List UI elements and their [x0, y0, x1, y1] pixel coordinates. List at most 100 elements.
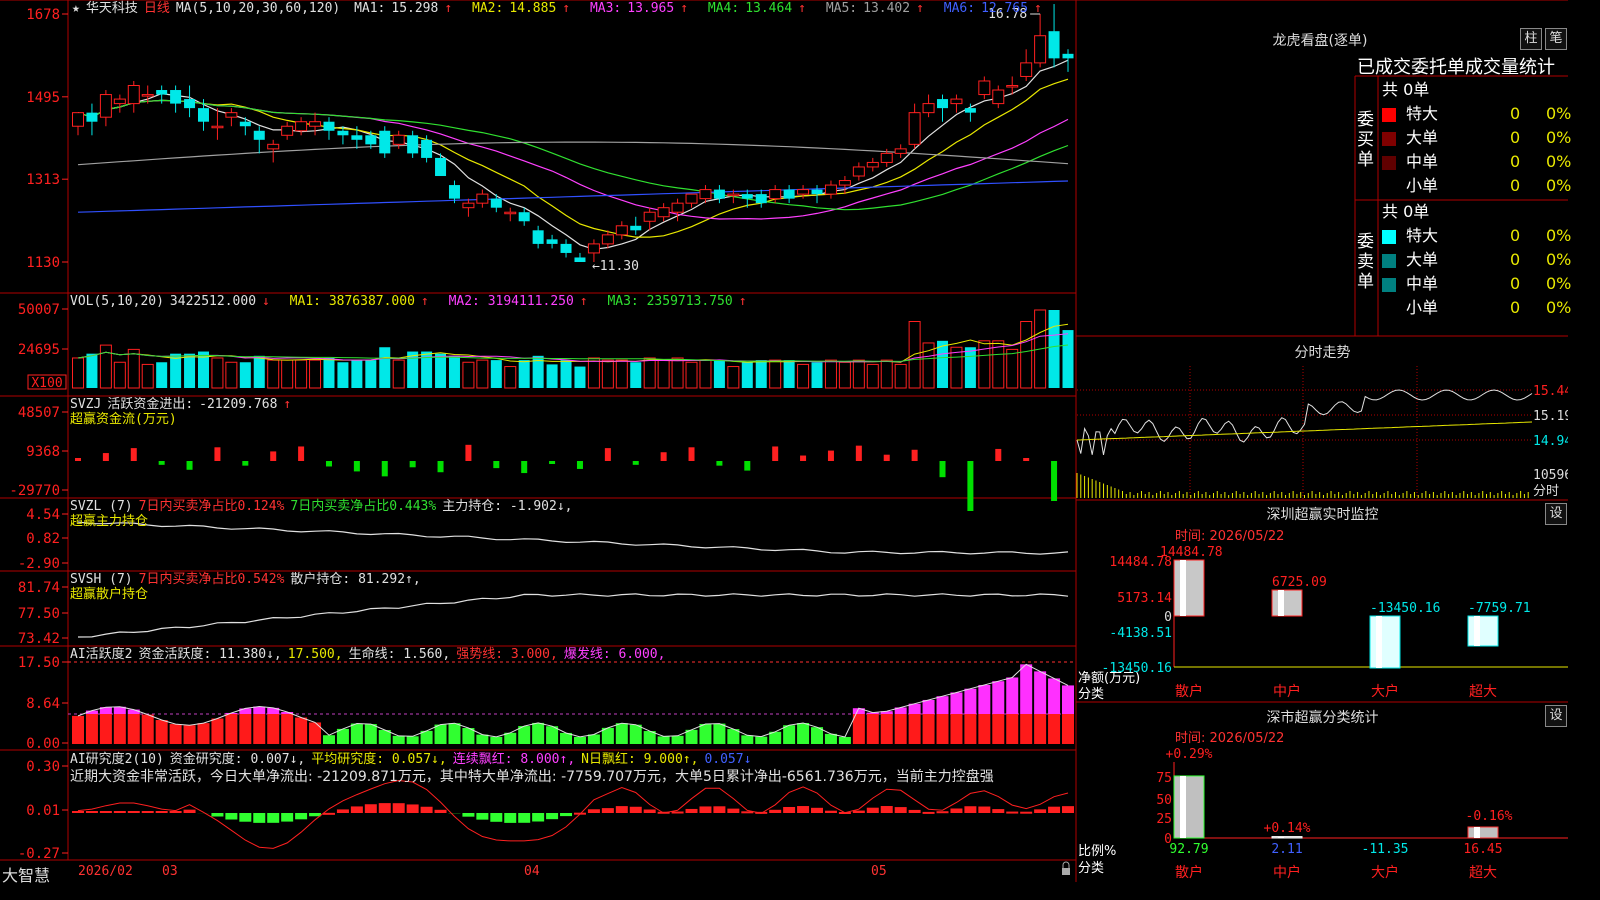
ai1-bar — [1034, 714, 1047, 744]
monitor-tick: 0 — [1164, 610, 1172, 625]
buy-row: 大单 0 0% — [1382, 126, 1571, 150]
ma4-label: MA4: 13.464 ↑ — [707, 1, 806, 16]
vol-bar — [323, 357, 335, 388]
candle-body — [937, 99, 949, 109]
candle-body — [1062, 53, 1074, 59]
vol-bar — [392, 359, 405, 389]
stock-name: 华天科技 — [85, 1, 138, 16]
candle-body — [113, 98, 126, 105]
vol-bar — [365, 360, 377, 388]
sell-row: 特大 0 0% — [1382, 224, 1571, 248]
tick-mode-button[interactable]: 笔 — [1545, 28, 1567, 50]
svzj-bar — [967, 461, 974, 511]
vol-bar — [811, 362, 823, 388]
vol-bar — [504, 366, 517, 389]
ai1-bar — [783, 725, 796, 744]
svzj-bar — [75, 458, 81, 461]
ai1-bar — [587, 734, 600, 744]
buy-color-swatch — [1382, 131, 1396, 146]
vol-bar — [127, 348, 140, 389]
classify-bar — [1271, 836, 1303, 839]
classify-tick: 75 — [1156, 771, 1172, 786]
ai2-bar — [532, 813, 545, 822]
ai2-bar — [392, 803, 405, 813]
ai2-bar — [239, 813, 252, 822]
ai2-bar — [699, 806, 712, 813]
ai2-bar — [350, 806, 363, 813]
candle-body — [295, 121, 308, 132]
vol-bar — [671, 357, 684, 389]
ai2-bar — [309, 813, 322, 817]
monitor-bar-shine — [1474, 616, 1480, 646]
fenshi-price-line — [1076, 389, 1533, 455]
candle-body — [685, 193, 698, 204]
vol-bar — [239, 362, 251, 388]
vol-bar — [643, 357, 656, 389]
candle-body — [518, 212, 530, 222]
candle-body — [964, 108, 976, 113]
svzl-subtitle: 超赢主力持仓 — [70, 514, 149, 529]
sell-color-swatch — [1382, 229, 1396, 244]
svzj-header: SVZJ 活跃资金进出: -21209.768 ↑ — [70, 397, 292, 412]
ai1-bar — [866, 714, 879, 744]
candle-body — [908, 112, 921, 145]
period-label[interactable]: 日线 — [144, 1, 170, 16]
ai2-bar — [253, 813, 266, 823]
svsh-header: SVSH (7) 7日内买卖净占比0.542% 散户持仓: 81.292↑, — [70, 572, 421, 587]
ai2-tick-label: 0.30 — [26, 759, 60, 775]
candle-body — [1034, 35, 1047, 64]
bar-mode-button[interactable]: 柱 — [1520, 28, 1542, 50]
classify-value-label: -11.35 — [1362, 842, 1409, 857]
ai1-bar — [99, 714, 112, 744]
classify-date: 时间: 2026/05/22 — [1175, 731, 1285, 746]
ai1-bar — [392, 735, 405, 744]
ai1-bar-top — [1062, 685, 1074, 714]
candle-body — [407, 135, 419, 154]
ai2-bar — [824, 810, 837, 813]
ai1-bar — [155, 720, 168, 744]
ai2-bar — [504, 813, 517, 823]
classify-bar — [1173, 775, 1205, 839]
ai1-bar — [657, 736, 670, 744]
sell-color-swatch — [1382, 253, 1396, 268]
ai2-bar — [769, 809, 782, 813]
svzj-bar — [186, 461, 193, 470]
ai1-bar-top — [922, 699, 935, 714]
svzj-bar — [214, 447, 221, 461]
svzj-tick-label: 9368 — [26, 444, 60, 460]
ai1-bar — [797, 723, 810, 744]
ai2-bar — [322, 812, 335, 815]
classify-settings-button[interactable]: 设 — [1545, 705, 1567, 727]
ai1-tick-label: 17.50 — [18, 655, 60, 671]
ai2-bar — [183, 809, 196, 813]
ai1-bar — [824, 733, 837, 744]
candle-body — [309, 121, 322, 127]
candle-body — [992, 89, 1005, 105]
monitor-xtitle: 分类 — [1078, 687, 1105, 702]
sell-row-pct: 0% — [1546, 250, 1572, 269]
vol-bar — [755, 360, 767, 388]
vol-tick-label: 24695 — [18, 342, 60, 358]
svzj-bar — [102, 453, 109, 461]
ai2-bar — [518, 813, 531, 823]
ai1-bar — [1006, 714, 1019, 744]
ma6-label: MA6: 12.765 ↑ — [943, 1, 1042, 16]
monitor-tick: 5173.14 — [1117, 591, 1172, 606]
candle-body — [211, 125, 224, 129]
ai2-bar — [560, 813, 573, 817]
ai1-bar — [476, 734, 489, 744]
classify-value-label: 16.45 — [1463, 842, 1502, 857]
ma-line-6 — [77, 180, 1069, 213]
svzj-tick-label: 48507 — [18, 405, 60, 421]
ai1-bar — [253, 714, 266, 744]
candle-body — [560, 243, 572, 253]
vol-bar — [1048, 310, 1060, 388]
ai1-bar — [127, 714, 140, 744]
svzj-bar — [521, 461, 528, 474]
ai1-bar — [629, 724, 642, 744]
ai2-bar — [671, 811, 684, 814]
monitor-settings-button[interactable]: 设 — [1545, 503, 1567, 525]
ai1-tick-label: 8.64 — [26, 696, 60, 712]
ai1-bar-top — [253, 706, 266, 714]
ai1-bar — [964, 714, 977, 744]
